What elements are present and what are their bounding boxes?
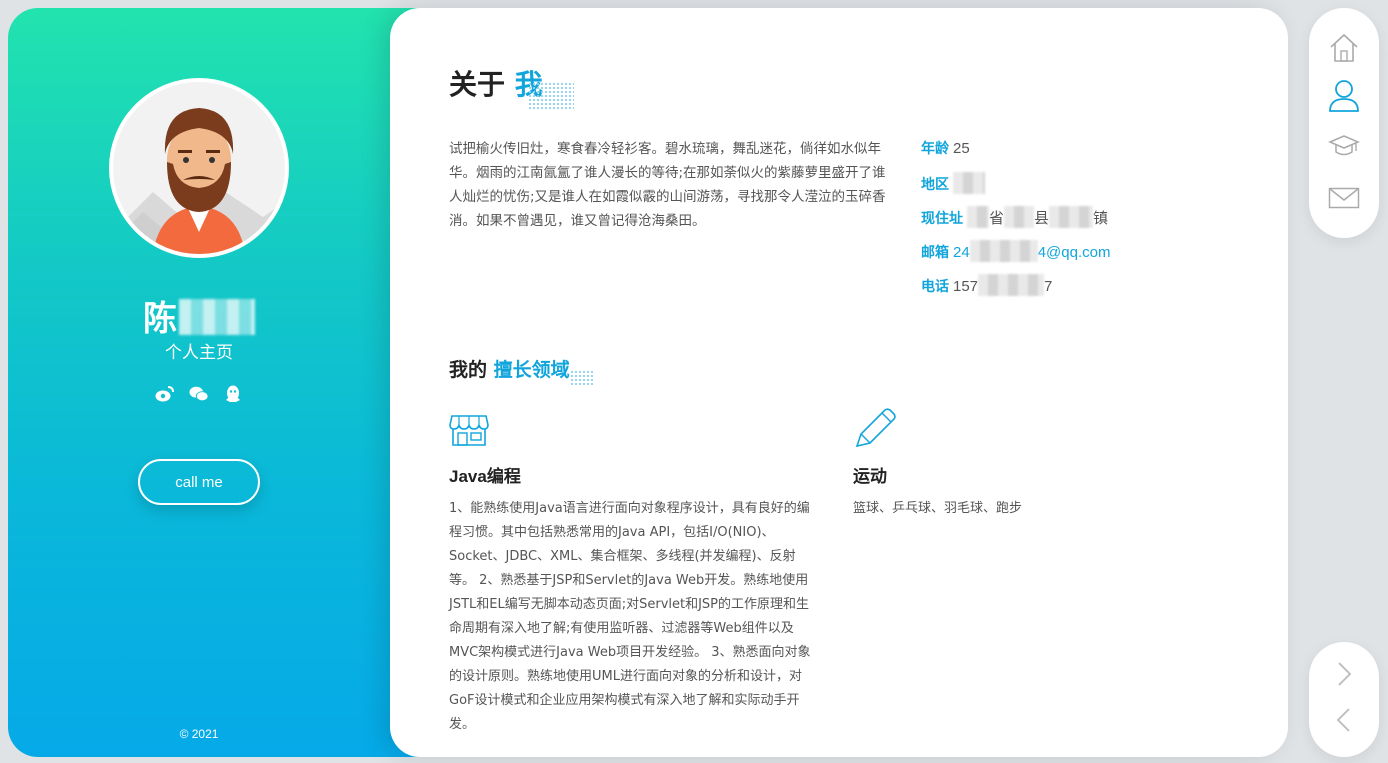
- email-prefix[interactable]: 24: [953, 244, 970, 261]
- address-redaction: [1004, 206, 1035, 228]
- phone-redaction: [978, 274, 1045, 296]
- name-redaction: [179, 299, 255, 335]
- skills-heading-main: 我的: [449, 359, 488, 381]
- avatar: [109, 78, 289, 258]
- social-links: [8, 384, 390, 404]
- email-redaction: [969, 240, 1038, 262]
- phone-suffix: 7: [1044, 278, 1053, 295]
- call-me-button[interactable]: call me: [138, 459, 260, 505]
- skill-description: 1、能熟练使用Java语言进行面向对象程序设计，具有良好的编程习惯。其中包括熟悉…: [449, 501, 811, 732]
- skill-card: Java编程 1、能熟练使用Java语言进行面向对象程序设计，具有良好的编程习惯…: [449, 412, 821, 737]
- profile-subtitle: 个人主页: [165, 343, 233, 363]
- info-email: 邮箱 24 4@qq.com: [921, 240, 1110, 274]
- skill-card: 运动 篮球、乒乓球、羽毛球、跑步: [853, 408, 1225, 521]
- chevron-left-icon[interactable]: [1336, 707, 1352, 737]
- prev-page-button[interactable]: [1326, 704, 1362, 740]
- avatar-illustration: [113, 82, 285, 254]
- info-list: 年龄 25 地区 现住址 省 县 镇 邮箱 24 4@qq.com 电话 157 7: [921, 138, 1110, 308]
- user-icon[interactable]: [1328, 79, 1360, 117]
- main-card: 关于 我 试把榆火传旧灶，寒食春冷轻衫客。碧水琉璃，舞乱迷花，倘徉如水似年华。烟…: [390, 8, 1288, 757]
- info-email-label: 邮箱: [921, 245, 949, 261]
- decorative-dots: [570, 370, 594, 386]
- mail-icon[interactable]: [1328, 187, 1360, 213]
- info-address-label: 现住址: [921, 211, 963, 227]
- info-phone: 电话 157 7: [921, 274, 1110, 308]
- info-age-value: 25: [953, 140, 970, 157]
- next-page-button[interactable]: [1326, 658, 1362, 694]
- email-suffix[interactable]: 4@qq.com: [1038, 244, 1111, 261]
- nav-about[interactable]: [1326, 80, 1362, 116]
- wechat-icon[interactable]: [189, 384, 209, 404]
- shop-icon: [449, 415, 489, 452]
- weibo-icon[interactable]: [155, 384, 175, 404]
- chevron-right-icon[interactable]: [1336, 661, 1352, 691]
- address-redaction: [967, 206, 989, 228]
- skill-title: Java编程: [449, 467, 521, 486]
- address-redaction: [1049, 206, 1094, 228]
- info-age-label: 年龄: [921, 141, 949, 157]
- profile-panel: 陈 个人主页 call me © 2021: [8, 8, 448, 757]
- profile-name-visible: 陈: [143, 299, 177, 339]
- about-intro: 试把榆火传旧灶，寒食春冷轻衫客。碧水琉璃，舞乱迷花，倘徉如水似年华。烟雨的江南氤…: [449, 141, 886, 229]
- skills-heading: 我的 擅长领域: [449, 355, 570, 382]
- skill-description: 篮球、乒乓球、羽毛球、跑步: [853, 501, 1023, 516]
- info-region: 地区: [921, 172, 1110, 206]
- info-address: 现住址 省 县 镇: [921, 206, 1110, 240]
- copyright: © 2021: [179, 727, 219, 741]
- qq-icon[interactable]: [223, 384, 243, 404]
- info-region-label: 地区: [921, 177, 949, 193]
- phone-prefix: 157: [953, 278, 979, 295]
- skill-title: 运动: [853, 467, 887, 486]
- side-nav: [1309, 8, 1379, 238]
- skills-heading-accent: 擅长领域: [493, 359, 570, 381]
- home-icon[interactable]: [1328, 33, 1360, 67]
- address-county: 县: [1034, 210, 1050, 227]
- address-province: 省: [989, 210, 1005, 227]
- region-redaction: [953, 172, 985, 194]
- nav-contact[interactable]: [1326, 182, 1362, 218]
- address-town: 镇: [1093, 210, 1109, 227]
- nav-home[interactable]: [1326, 32, 1362, 68]
- profile-name: 陈: [8, 291, 390, 340]
- decorative-dots: [528, 82, 574, 110]
- pencil-icon: [853, 408, 897, 452]
- page-pager: [1309, 642, 1379, 757]
- graduation-cap-icon[interactable]: [1328, 134, 1360, 162]
- nav-education[interactable]: [1326, 130, 1362, 166]
- about-heading-main: 关于: [449, 68, 506, 101]
- info-phone-label: 电话: [921, 279, 949, 295]
- info-age: 年龄 25: [921, 138, 1110, 172]
